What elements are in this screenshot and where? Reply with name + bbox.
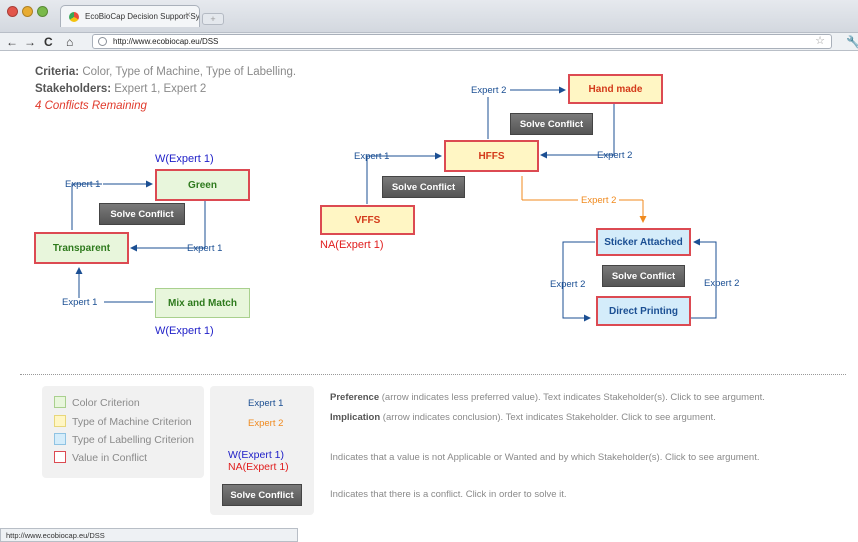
edge-label-expert1-b[interactable]: Expert 1 xyxy=(187,243,222,254)
legend-item-machine: Type of Machine Criterion xyxy=(54,415,192,428)
node-vffs[interactable]: VFFS xyxy=(320,205,415,235)
machine-swatch-icon xyxy=(54,415,66,427)
pref-arrow-transparent-up xyxy=(71,183,102,230)
node-hffs[interactable]: HFFS xyxy=(444,140,539,172)
preference-text: (arrow indicates less preferred value). … xyxy=(381,392,765,403)
conflicts-remaining: 4 Conflicts Remaining xyxy=(35,100,147,112)
not-applicable-label[interactable]: NA(Expert 1) xyxy=(320,239,384,251)
new-tab-button[interactable]: + xyxy=(202,13,224,25)
wanted-label-top[interactable]: W(Expert 1) xyxy=(155,153,214,165)
color-swatch-icon xyxy=(54,396,66,408)
legend-box: Color Criterion Type of Machine Criterio… xyxy=(42,386,204,478)
globe-icon xyxy=(98,37,107,46)
edge-label-expert2-left[interactable]: Expert 2 xyxy=(550,279,585,290)
window-maximize-button[interactable] xyxy=(37,6,48,17)
implication-title: Implication xyxy=(330,412,381,423)
back-arrow-icon[interactable]: ← xyxy=(6,34,18,50)
legend-item-labelling: Type of Labelling Criterion xyxy=(54,433,194,446)
na-description: Indicates that a value is not Applicable… xyxy=(330,452,760,463)
edge-label-expert2-right[interactable]: Expert 2 xyxy=(597,150,632,161)
solve-conflict-button-machine-top[interactable]: Solve Conflict xyxy=(510,113,593,135)
node-sticker-attached[interactable]: Sticker Attached xyxy=(596,228,691,256)
pref-arrow-handmade-down xyxy=(596,104,615,156)
solve-description: Indicates that there is a conflict. Clic… xyxy=(330,489,567,500)
key-solve-conflict-sample: Solve Conflict xyxy=(222,484,302,506)
implication-description: Implication (arrow indicates conclusion)… xyxy=(330,412,716,423)
chrome-favicon-icon xyxy=(69,12,79,22)
preference-description: Preference (arrow indicates less preferr… xyxy=(330,392,765,403)
stakeholders-label: Stakeholders: xyxy=(35,83,112,95)
node-direct-printing[interactable]: Direct Printing xyxy=(596,296,691,326)
home-icon[interactable]: ⌂ xyxy=(66,34,73,50)
wanted-label-bottom[interactable]: W(Expert 1) xyxy=(155,325,214,337)
browser-toolbar: ← → C ⌂ http://www.ecobiocap.eu/DSS ☆ xyxy=(0,33,858,51)
edge-label-expert1-c[interactable]: Expert 1 xyxy=(62,297,97,308)
labelling-swatch-icon xyxy=(54,433,66,445)
legend-label: Type of Machine Criterion xyxy=(72,416,192,428)
legend-item-conflict: Value in Conflict xyxy=(54,451,147,464)
key-box: Expert 1 Expert 2 W(Expert 1) NA(Expert … xyxy=(210,386,314,515)
browser-titlebar: EcoBioCap Decision Support Sys × + xyxy=(0,0,858,33)
window-close-button[interactable] xyxy=(7,6,18,17)
node-mix-and-match[interactable]: Mix and Match xyxy=(155,288,250,318)
edge-label-expert1-a[interactable]: Expert 1 xyxy=(65,179,100,190)
edge-label-expert2-right-label[interactable]: Expert 2 xyxy=(704,278,739,289)
legend-label: Color Criterion xyxy=(72,397,140,409)
legend-label: Value in Conflict xyxy=(72,452,148,464)
implication-label-expert2[interactable]: Expert 2 xyxy=(578,195,620,206)
address-url: http://www.ecobiocap.eu/DSS xyxy=(113,37,219,46)
criteria-line: Criteria: Color, Type of Machine, Type o… xyxy=(35,66,296,78)
dss-page: Criteria: Color, Type of Machine, Type o… xyxy=(0,52,858,527)
stakeholders-line: Stakeholders: Expert 1, Expert 2 xyxy=(35,83,206,95)
status-bar: http://www.ecobiocap.eu/DSS xyxy=(0,528,298,542)
key-wanted-sample: W(Expert 1) xyxy=(228,449,285,461)
legend-item-color: Color Criterion xyxy=(54,396,140,409)
node-hand-made[interactable]: Hand made xyxy=(568,74,663,104)
wrench-menu-icon[interactable]: 🔧 xyxy=(846,35,858,49)
stakeholders-value: Expert 1, Expert 2 xyxy=(114,83,207,95)
key-impl-label: Expert 2 xyxy=(248,418,284,429)
reload-icon[interactable]: C xyxy=(44,34,53,50)
window-minimize-button[interactable] xyxy=(22,6,33,17)
node-transparent[interactable]: Transparent xyxy=(34,232,129,264)
edge-label-expert1-machine[interactable]: Expert 1 xyxy=(354,151,389,162)
node-green[interactable]: Green xyxy=(155,169,250,201)
section-divider xyxy=(20,374,846,375)
solve-conflict-button-color[interactable]: Solve Conflict xyxy=(99,203,185,225)
edge-label-expert2-top[interactable]: Expert 2 xyxy=(471,85,506,96)
key-pref-label: Expert 1 xyxy=(248,398,284,409)
tab-close-icon[interactable]: × xyxy=(185,10,191,21)
legend-label: Type of Labelling Criterion xyxy=(72,434,194,446)
conflict-swatch-icon xyxy=(54,451,66,463)
address-bar[interactable]: http://www.ecobiocap.eu/DSS ☆ xyxy=(92,34,832,49)
solve-conflict-button-machine-mid[interactable]: Solve Conflict xyxy=(382,176,465,198)
preference-title: Preference xyxy=(330,392,380,403)
browser-tab[interactable]: EcoBioCap Decision Support Sys × xyxy=(60,5,200,27)
forward-arrow-icon[interactable]: → xyxy=(24,34,36,50)
solve-conflict-button-labelling[interactable]: Solve Conflict xyxy=(602,265,685,287)
tab-title: EcoBioCap Decision Support Sys xyxy=(85,12,200,21)
implication-text: (arrow indicates conclusion). Text indic… xyxy=(382,412,716,423)
key-na-sample: NA(Expert 1) xyxy=(228,461,289,473)
bookmark-star-icon[interactable]: ☆ xyxy=(815,34,825,47)
criteria-label: Criteria: xyxy=(35,66,80,78)
criteria-value: Color, Type of Machine, Type of Labellin… xyxy=(82,66,297,78)
